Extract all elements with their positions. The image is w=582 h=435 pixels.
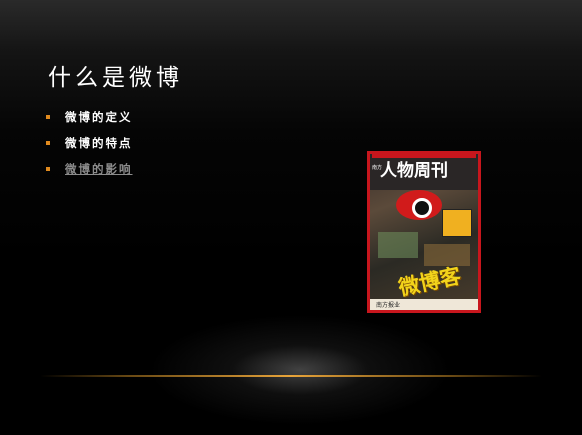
bullet-item-definition: 微博的定义 [46,104,133,130]
bullet-marker-icon [46,167,50,171]
slide-title: 什么是微博 [48,65,183,91]
bullet-label: 微博的特点 [65,136,133,150]
impact-link[interactable]: 微博的影响 [65,161,133,177]
weibo-eye-icon [396,190,442,220]
bullet-marker-icon [46,115,50,119]
magazine-feature-text: 微博客 [396,263,464,301]
magazine-masthead: 南方 人物周刊 [370,154,478,190]
bullet-label: 微博的定义 [65,110,133,124]
bullet-item-impact[interactable]: 微博的影响 [46,156,133,182]
magazine-artwork: 南方 人物周刊 微博客 南方报业 [370,154,478,310]
slide: 什么是微博 微博的定义 微博的特点 微博的影响 南方 人物周刊 微博客 南方报业 [0,0,582,435]
magazine-cover-image: 南方 人物周刊 微博客 南方报业 [367,151,481,313]
accent-glow-line [40,375,542,377]
magazine-footer-text: 南方报业 [376,302,401,309]
bullet-list: 微博的定义 微博的特点 微博的影响 [46,104,133,182]
magazine-brand: 人物周刊 [380,161,448,181]
cartoon-face-icon [442,209,472,237]
magazine-footer: 南方报业 [370,299,478,310]
bullet-marker-icon [46,141,50,145]
illustration-crowd [378,232,418,258]
bullet-item-features: 微博的特点 [46,130,133,156]
